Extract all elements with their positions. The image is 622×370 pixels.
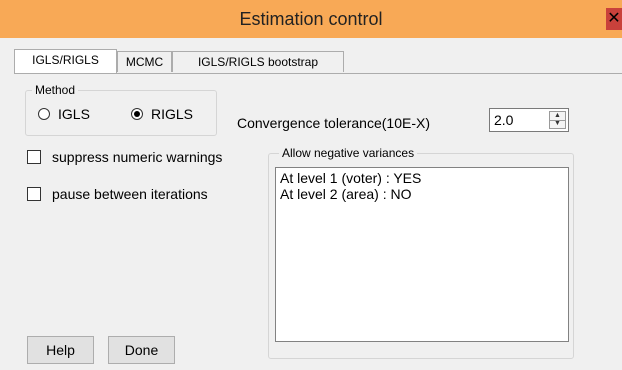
radio-rigls[interactable]: RIGLS: [131, 106, 193, 122]
radio-rigls-label: RIGLS: [151, 106, 194, 122]
convergence-spinner[interactable]: 2.0 ▲ ▼: [489, 108, 569, 132]
title-bar: Estimation control ✕: [0, 0, 622, 38]
help-button[interactable]: Help: [27, 336, 94, 364]
spinner-arrows: ▲ ▼: [549, 111, 566, 129]
pause-iterations-box[interactable]: [27, 187, 41, 201]
suppress-warnings-checkbox[interactable]: suppress numeric warnings: [27, 149, 222, 165]
list-item[interactable]: At level 2 (area) : NO: [280, 186, 564, 202]
dialog-client-area: IGLS/RIGLS MCMC IGLS/RIGLS bootstrap Met…: [0, 38, 622, 370]
tab-mcmc[interactable]: MCMC: [117, 51, 172, 72]
convergence-label: Convergence tolerance(10E-X): [237, 115, 430, 131]
radio-rigls-indicator: [131, 108, 143, 120]
pause-iterations-checkbox[interactable]: pause between iterations: [27, 186, 208, 202]
close-button[interactable]: ✕: [606, 8, 622, 30]
pause-iterations-label: pause between iterations: [52, 186, 208, 202]
done-button[interactable]: Done: [108, 336, 175, 364]
suppress-warnings-label: suppress numeric warnings: [52, 149, 223, 165]
spin-down-icon[interactable]: ▼: [550, 120, 565, 128]
radio-igls-label: IGLS: [58, 106, 90, 122]
tab-igls-rigls[interactable]: IGLS/RIGLS: [14, 49, 117, 73]
method-legend: Method: [32, 83, 79, 97]
radio-igls[interactable]: IGLS: [38, 106, 90, 122]
list-item[interactable]: At level 1 (voter) : YES: [280, 170, 564, 186]
suppress-warnings-box[interactable]: [27, 150, 41, 164]
convergence-value[interactable]: 2.0: [494, 112, 513, 128]
negative-variances-list[interactable]: At level 1 (voter) : YES At level 2 (are…: [275, 167, 569, 342]
radio-igls-indicator: [38, 108, 50, 120]
negative-variances-legend: Allow negative variances: [279, 146, 418, 160]
close-icon: ✕: [607, 10, 621, 27]
tab-igls-rigls-bootstrap[interactable]: IGLS/RIGLS bootstrap: [172, 51, 344, 72]
window-title: Estimation control: [239, 9, 383, 29]
method-group: Method IGLS RIGLS: [25, 83, 217, 136]
